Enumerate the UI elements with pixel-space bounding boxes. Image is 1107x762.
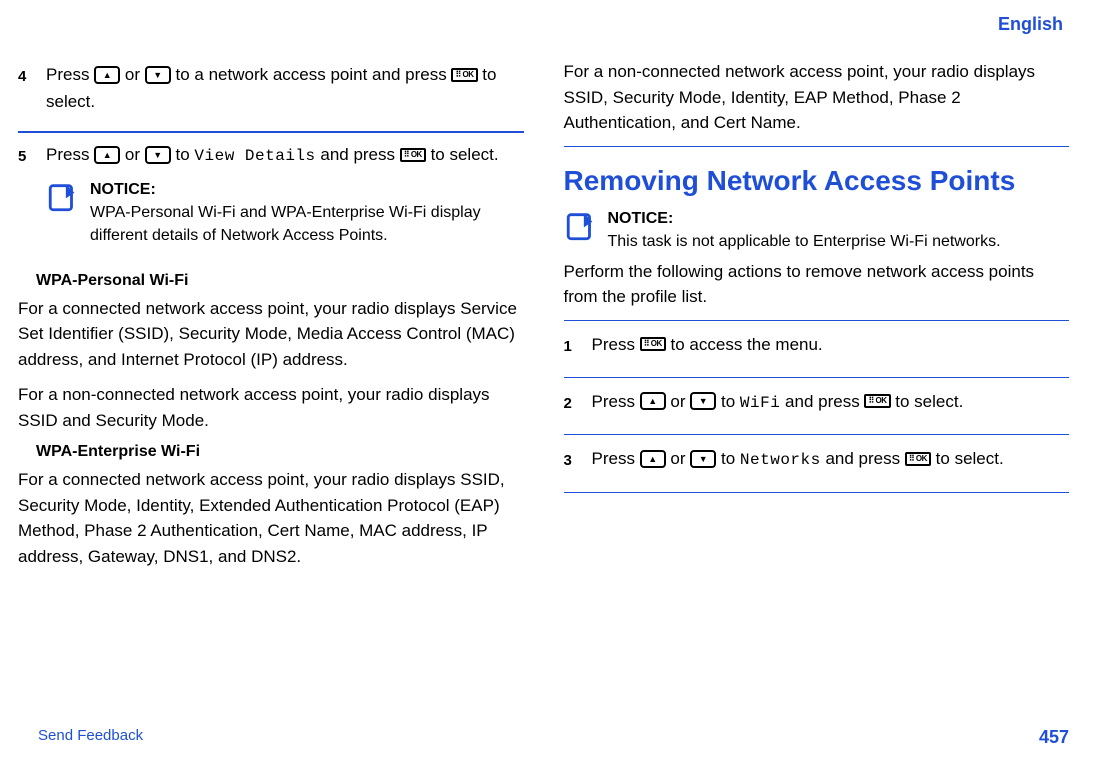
ok-button-icon: ⠿ OK: [451, 68, 477, 82]
section-title: Removing Network Access Points: [564, 165, 1070, 197]
menu-item-label: Networks: [740, 451, 821, 469]
text: or: [125, 65, 145, 84]
left-column: 4 Press or to a network access point and…: [18, 55, 524, 579]
text: to a network access point and press: [176, 65, 452, 84]
step-2: 2 Press or to WiFi and press ⠿ OK to sel…: [564, 382, 1070, 431]
notice-text: NOTICE: This task is not applicable to E…: [608, 207, 1001, 253]
text: Press: [592, 449, 640, 468]
notice-title: NOTICE:: [608, 210, 674, 227]
text: and press: [320, 145, 399, 164]
notice-body: This task is not applicable to Enterpris…: [608, 233, 1001, 250]
down-arrow-icon: [145, 66, 171, 84]
ok-button-icon: ⠿ OK: [864, 394, 890, 408]
step-5: 5 Press or to View Details and press ⠿ O…: [18, 135, 524, 261]
text: to access the menu.: [671, 335, 823, 354]
text: to select.: [895, 392, 963, 411]
step-number: 2: [564, 392, 592, 416]
step-body: Press or to a network access point and p…: [46, 61, 524, 115]
send-feedback-link[interactable]: Send Feedback: [38, 727, 143, 748]
paragraph: For a connected network access point, yo…: [18, 467, 524, 569]
step-number: 5: [18, 145, 46, 169]
down-arrow-icon: [690, 392, 716, 410]
text: Press: [592, 392, 640, 411]
document-page: English 4 Press or to a network access p…: [0, 0, 1107, 762]
step-number: 1: [564, 335, 592, 359]
step-number: 3: [564, 449, 592, 473]
ok-button-icon: ⠿ OK: [640, 337, 666, 351]
menu-item-label: View Details: [194, 147, 315, 165]
separator: [564, 146, 1070, 147]
down-arrow-icon: [145, 146, 171, 164]
text: or: [670, 392, 690, 411]
notice-title: NOTICE:: [90, 181, 156, 198]
separator: [564, 320, 1070, 321]
text: or: [670, 449, 690, 468]
separator: [564, 434, 1070, 435]
text: Press: [46, 145, 94, 164]
page-footer: Send Feedback 457: [38, 727, 1069, 748]
paragraph: Perform the following actions to remove …: [564, 259, 1070, 310]
up-arrow-icon: [640, 450, 666, 468]
right-column: For a non-connected network access point…: [564, 55, 1070, 579]
step-body: Press or to WiFi and press ⠿ OK to selec…: [592, 388, 1070, 417]
paragraph: For a connected network access point, yo…: [18, 296, 524, 373]
paragraph: For a non-connected network access point…: [18, 382, 524, 433]
separator: [18, 131, 524, 133]
step-1: 1 Press ⠿ OK to access the menu.: [564, 325, 1070, 373]
language-header: English: [18, 14, 1069, 35]
text: Press: [592, 335, 640, 354]
step-body: Press or to View Details and press ⠿ OK …: [46, 141, 524, 247]
subheading-wpa-personal: WPA-Personal Wi-Fi: [36, 272, 524, 290]
notice-icon: [46, 180, 80, 222]
notice-block: NOTICE: WPA-Personal Wi-Fi and WPA-Enter…: [46, 178, 524, 248]
text: to: [721, 449, 740, 468]
subheading-wpa-enterprise: WPA-Enterprise Wi-Fi: [36, 443, 524, 461]
notice-icon: [564, 209, 598, 248]
text: and press: [785, 392, 864, 411]
menu-item-label: WiFi: [740, 394, 780, 412]
text: to select.: [936, 449, 1004, 468]
step-body: Press ⠿ OK to access the menu.: [592, 331, 1070, 358]
notice-body: WPA-Personal Wi-Fi and WPA-Enterprise Wi…: [90, 204, 481, 244]
step-4: 4 Press or to a network access point and…: [18, 55, 524, 129]
page-number: 457: [1039, 727, 1069, 748]
up-arrow-icon: [94, 66, 120, 84]
text: to: [176, 145, 195, 164]
notice-block: NOTICE: This task is not applicable to E…: [564, 207, 1070, 253]
step-body: Press or to Networks and press ⠿ OK to s…: [592, 445, 1070, 474]
text: to: [721, 392, 740, 411]
notice-text: NOTICE: WPA-Personal Wi-Fi and WPA-Enter…: [90, 178, 524, 248]
up-arrow-icon: [94, 146, 120, 164]
text: Press: [46, 65, 94, 84]
step-number: 4: [18, 65, 46, 89]
text: to select.: [431, 145, 499, 164]
ok-button-icon: ⠿ OK: [905, 452, 931, 466]
text: and press: [825, 449, 904, 468]
ok-button-icon: ⠿ OK: [400, 148, 426, 162]
paragraph: For a non-connected network access point…: [564, 59, 1070, 136]
up-arrow-icon: [640, 392, 666, 410]
text: or: [125, 145, 145, 164]
two-column-layout: 4 Press or to a network access point and…: [18, 55, 1069, 579]
down-arrow-icon: [690, 450, 716, 468]
separator: [564, 492, 1070, 493]
separator: [564, 377, 1070, 378]
step-3: 3 Press or to Networks and press ⠿ OK to…: [564, 439, 1070, 488]
